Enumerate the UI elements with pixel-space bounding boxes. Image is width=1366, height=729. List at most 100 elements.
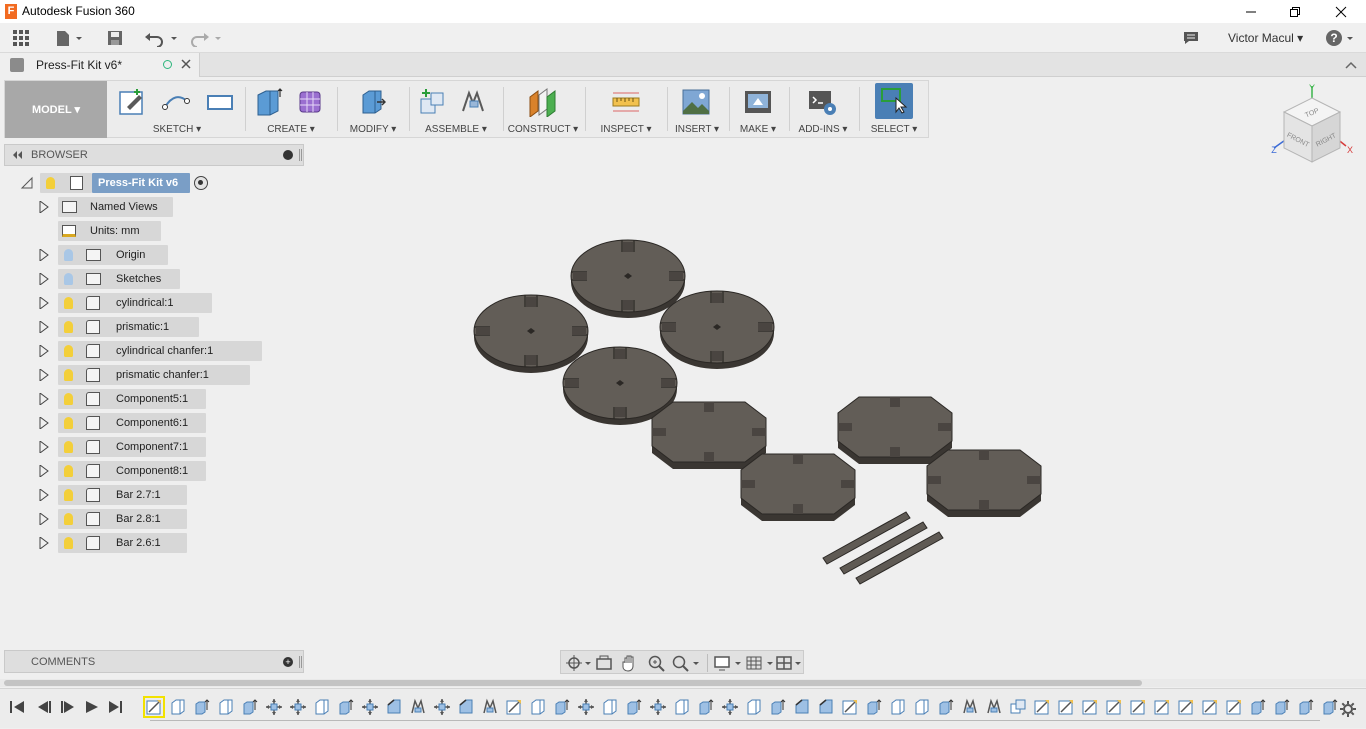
cylindrical-chanfer-part[interactable] xyxy=(473,294,589,374)
collapse-chevron-icon[interactable] xyxy=(1344,58,1358,72)
timeline-move-icon[interactable] xyxy=(289,698,307,716)
timeline-extrude-icon[interactable] xyxy=(1249,698,1267,716)
close-tab-button[interactable] xyxy=(180,57,192,71)
timeline-extrude-icon[interactable] xyxy=(1273,698,1291,716)
expand-triangle-icon[interactable] xyxy=(39,321,49,333)
expanded-triangle-icon[interactable] xyxy=(20,176,34,190)
timeline-sketch-icon[interactable] xyxy=(1057,698,1075,716)
comments-toggle-button[interactable] xyxy=(1180,27,1202,49)
light-bulb-icon[interactable] xyxy=(64,441,73,453)
timeline-move-icon[interactable] xyxy=(577,698,595,716)
expand-triangle-icon[interactable] xyxy=(39,369,49,381)
zoom-icon[interactable] xyxy=(647,654,665,672)
expand-triangle-icon[interactable] xyxy=(39,465,49,477)
tree-item[interactable]: Bar 2.8:1 xyxy=(0,509,304,529)
timeline-sketch-icon[interactable] xyxy=(1177,698,1195,716)
add-comment-icon[interactable]: + xyxy=(283,657,293,667)
viewports-icon[interactable] xyxy=(775,654,805,672)
timeline-body-icon[interactable] xyxy=(529,698,547,716)
timeline-sketch-icon[interactable] xyxy=(1225,698,1243,716)
inspect-group[interactable]: INSPECT ▾ xyxy=(589,81,663,138)
tree-item[interactable]: Named Views xyxy=(0,197,304,217)
timeline-joint-icon[interactable] xyxy=(409,698,427,716)
expand-triangle-icon[interactable] xyxy=(39,489,49,501)
light-bulb-icon[interactable] xyxy=(64,249,73,261)
timeline-settings-gear-icon[interactable] xyxy=(1338,699,1358,719)
save-button[interactable] xyxy=(104,27,126,49)
light-bulb-icon[interactable] xyxy=(64,417,73,429)
go-to-end-icon[interactable] xyxy=(109,701,122,713)
component7-part[interactable] xyxy=(740,453,856,522)
add-ins-group[interactable]: ADD-INS ▾ xyxy=(791,81,855,138)
select-group[interactable]: SELECT ▾ xyxy=(861,81,927,138)
timeline-body-icon[interactable] xyxy=(217,698,235,716)
light-bulb-icon[interactable] xyxy=(64,393,73,405)
timeline-move-icon[interactable] xyxy=(721,698,739,716)
timeline-move-icon[interactable] xyxy=(433,698,451,716)
assemble-group[interactable]: ASSEMBLE ▾ xyxy=(413,81,499,138)
expand-triangle-icon[interactable] xyxy=(39,345,49,357)
tree-item[interactable]: cylindrical chanfer:1 xyxy=(0,341,304,361)
close-window-button[interactable] xyxy=(1318,0,1364,23)
file-menu-button[interactable] xyxy=(52,27,86,49)
light-bulb-icon[interactable] xyxy=(64,369,73,381)
expand-triangle-icon[interactable] xyxy=(39,393,49,405)
light-bulb-icon[interactable] xyxy=(64,465,73,477)
tree-item[interactable]: cylindrical:1 xyxy=(0,293,304,313)
expand-triangle-icon[interactable] xyxy=(39,249,49,261)
timeline-body-icon[interactable] xyxy=(313,698,331,716)
timeline-joint-icon[interactable] xyxy=(481,698,499,716)
timeline-body-icon[interactable] xyxy=(601,698,619,716)
tree-item[interactable]: Component8:1 xyxy=(0,461,304,481)
expand-triangle-icon[interactable] xyxy=(39,537,49,549)
undo-button[interactable] xyxy=(142,27,178,49)
tree-item[interactable]: Bar 2.6:1 xyxy=(0,533,304,553)
tree-item[interactable]: Origin xyxy=(0,245,304,265)
tree-item[interactable]: Sketches xyxy=(0,269,304,289)
light-bulb-icon[interactable] xyxy=(64,489,73,501)
panel-resize-handle[interactable] xyxy=(299,149,302,161)
expand-triangle-icon[interactable] xyxy=(39,417,49,429)
timeline-extrude-icon[interactable] xyxy=(697,698,715,716)
browser-panel-header[interactable]: BROWSER xyxy=(4,144,304,166)
data-panel-button[interactable] xyxy=(10,27,32,49)
timeline-sketch-icon[interactable] xyxy=(1201,698,1219,716)
timeline-extrude-icon[interactable] xyxy=(337,698,355,716)
tree-item[interactable]: Component5:1 xyxy=(0,389,304,409)
timeline-extrude-icon[interactable] xyxy=(769,698,787,716)
timeline-extrude-icon[interactable] xyxy=(625,698,643,716)
horizontal-scrollbar[interactable] xyxy=(0,679,1366,687)
redo-button[interactable] xyxy=(188,27,224,49)
timeline-sketch-icon[interactable] xyxy=(1081,698,1099,716)
light-bulb-icon[interactable] xyxy=(64,297,73,309)
timeline-chamfer-icon[interactable] xyxy=(385,698,403,716)
timeline-sketch-icon[interactable] xyxy=(143,696,165,718)
3d-viewport[interactable] xyxy=(310,142,1366,642)
timeline-sketch-icon[interactable] xyxy=(1105,698,1123,716)
timeline-sketch-icon[interactable] xyxy=(1033,698,1051,716)
restore-button[interactable] xyxy=(1272,0,1318,23)
help-button[interactable]: ? xyxy=(1324,27,1356,49)
timeline-extrude-icon[interactable] xyxy=(865,698,883,716)
expand-triangle-icon[interactable] xyxy=(39,273,49,285)
timeline-body-icon[interactable] xyxy=(889,698,907,716)
insert-group[interactable]: INSERT ▾ xyxy=(669,81,725,138)
look-at-icon[interactable] xyxy=(595,654,613,672)
timeline-sketch-icon[interactable] xyxy=(1153,698,1171,716)
document-tab[interactable]: Press-Fit Kit v6* xyxy=(0,53,200,77)
expand-triangle-icon[interactable] xyxy=(39,201,49,213)
timeline-chamfer-icon[interactable] xyxy=(793,698,811,716)
expand-triangle-icon[interactable] xyxy=(39,513,49,525)
tree-item[interactable]: Units: mm xyxy=(0,221,304,241)
tree-item[interactable]: Bar 2.7:1 xyxy=(0,485,304,505)
expand-triangle-icon[interactable] xyxy=(39,297,49,309)
timeline-extrude-icon[interactable] xyxy=(193,698,211,716)
browser-pin-icon[interactable] xyxy=(283,150,293,160)
light-bulb-icon[interactable] xyxy=(64,345,73,357)
panel-resize-handle[interactable] xyxy=(299,656,302,668)
timeline-move-icon[interactable] xyxy=(361,698,379,716)
light-bulb-icon[interactable] xyxy=(64,513,73,525)
tree-item[interactable]: prismatic chanfer:1 xyxy=(0,365,304,385)
timeline-body-icon[interactable] xyxy=(673,698,691,716)
tree-item[interactable]: Component6:1 xyxy=(0,413,304,433)
